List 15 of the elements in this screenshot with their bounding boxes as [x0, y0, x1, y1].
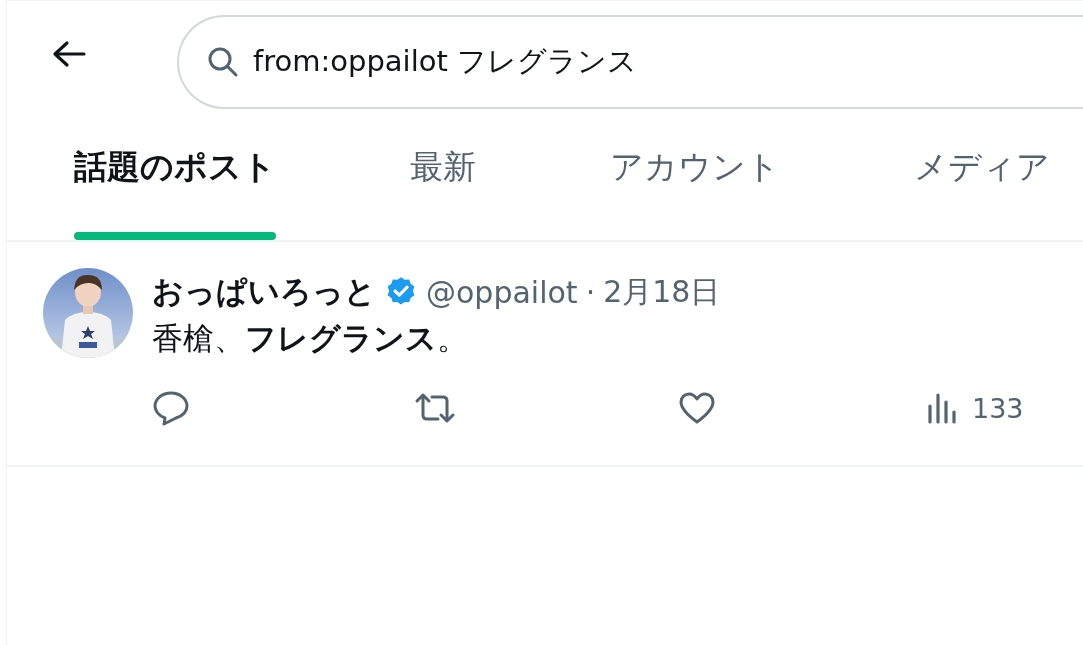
user-handle[interactable]: @oppailot: [426, 274, 578, 310]
post-date[interactable]: 2月18日: [603, 271, 721, 313]
separator-dot: ·: [585, 274, 596, 310]
search-icon: [207, 46, 239, 78]
tab[interactable]: アカウント: [610, 109, 780, 240]
views-count: 133: [972, 392, 1024, 424]
tab[interactable]: 話題のポスト: [74, 109, 276, 240]
heart-icon[interactable]: [678, 391, 716, 425]
reply-icon[interactable]: [152, 390, 190, 426]
author-name[interactable]: おっぱいろっと: [152, 271, 376, 313]
repost-icon[interactable]: [414, 391, 456, 425]
search-field[interactable]: from:oppailot フレグランス: [177, 15, 1083, 109]
tab[interactable]: メディア: [914, 109, 1050, 240]
post-text: 香槍、フレグランス。: [152, 319, 469, 358]
tab[interactable]: 最新: [410, 109, 476, 240]
